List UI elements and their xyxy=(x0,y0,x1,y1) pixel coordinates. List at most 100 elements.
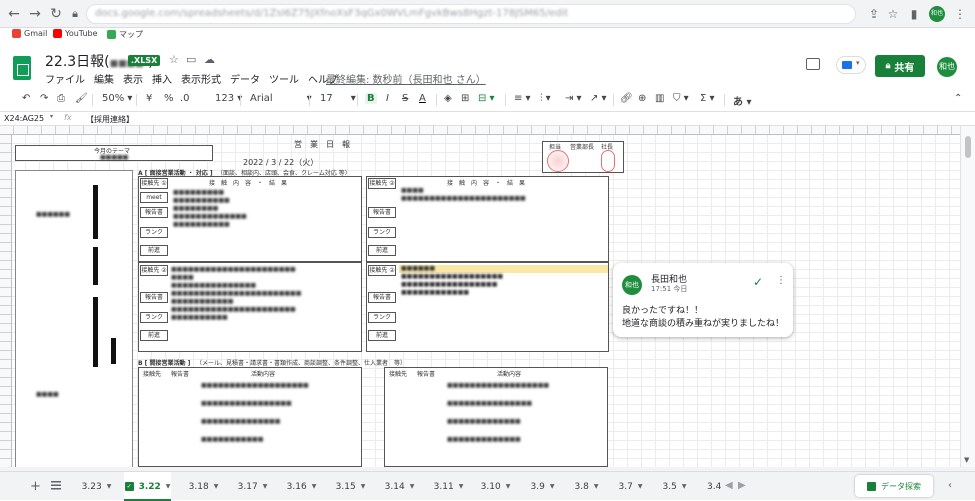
add-sheet-icon[interactable]: + xyxy=(30,479,41,494)
input-tools-button[interactable]: あ ▾ xyxy=(733,93,752,108)
bold-button[interactable]: B xyxy=(365,93,377,104)
sheet-tab-active[interactable]: ✓ 3.22 ▼ xyxy=(124,472,171,501)
last-edit-link[interactable]: 最終編集: 数秒前（長田和也 さん） xyxy=(326,71,486,86)
side-panel-icon[interactable]: ▮ xyxy=(906,6,922,22)
browser-menu-icon[interactable]: ⋮ xyxy=(952,6,968,22)
menu-format[interactable]: 表示形式 xyxy=(181,71,221,86)
reload-icon[interactable]: ↻ xyxy=(48,6,64,22)
borders-icon[interactable]: ⊞ xyxy=(461,93,469,104)
insert-comment-icon[interactable]: ⊕ xyxy=(638,93,646,104)
share-button[interactable]: 🔒︎ 共有 xyxy=(875,55,925,77)
sheet-tab[interactable]: 3.7 ▼ xyxy=(607,472,654,501)
text-color-button[interactable]: A xyxy=(419,93,426,104)
tab-scroll-right-icon[interactable]: ▶ xyxy=(738,480,746,491)
menu-view[interactable]: 表示 xyxy=(123,71,143,86)
sheet-tab[interactable]: 3.5 ▼ xyxy=(651,472,698,501)
explore-button[interactable]: データ探索 xyxy=(855,475,933,497)
meet-button[interactable]: ▾ xyxy=(836,56,866,74)
font-size-select[interactable]: 17 ▾ xyxy=(320,93,356,104)
vertical-align-icon[interactable]: ⫶ ▾ xyxy=(540,93,551,104)
contact-4-content: ■■■■■■ ■■■■■■■■■■■■■■■■■■ ■■■■■■■■■■■■■■■■… xyxy=(401,265,504,296)
filter-icon[interactable]: ⛉ ▾ xyxy=(673,93,689,104)
comment-more-icon[interactable]: ⋮ xyxy=(776,275,786,286)
italic-button[interactable]: I xyxy=(386,93,389,104)
cloud-status-icon[interactable]: ☁ xyxy=(204,53,215,66)
resolve-check-icon[interactable]: ✓ xyxy=(753,275,763,289)
menu-file[interactable]: ファイル xyxy=(45,71,85,86)
sheet-tab[interactable]: 3.10 ▼ xyxy=(472,472,519,501)
percent-button[interactable]: % xyxy=(164,93,174,104)
insert-chart-icon[interactable]: ▥ xyxy=(655,93,664,104)
vertical-scrollbar[interactable]: ▼ xyxy=(960,126,975,467)
account-avatar[interactable]: 和也 xyxy=(937,57,957,77)
chevron-down-icon: ▼ xyxy=(637,483,643,490)
indirect-table-right: 接触先 報告書 活動内容 ■■■■■■■■■■■■■■■■■■ ■■■■■■■■■… xyxy=(384,367,608,467)
back-icon[interactable]: ← xyxy=(6,6,22,22)
comment-history-icon[interactable] xyxy=(806,58,820,70)
formula-input[interactable]: 【採用連絡】 xyxy=(86,114,134,125)
column-headers[interactable] xyxy=(0,126,960,135)
menu-data[interactable]: データ xyxy=(230,71,260,86)
sheet-tab[interactable]: 3.9 ▼ xyxy=(519,472,566,501)
zoom-select[interactable]: 50% ▾ xyxy=(102,93,132,104)
menu-insert[interactable]: 挿入 xyxy=(152,71,172,86)
chevron-down-icon: ▼ xyxy=(213,483,219,490)
sheets-logo-icon[interactable] xyxy=(13,56,31,80)
chevron-down-icon: ▼ xyxy=(458,483,464,490)
bookmark-star-icon[interactable]: ☆ xyxy=(885,6,901,22)
collapse-toolbar-icon[interactable]: ⌃ xyxy=(954,93,962,104)
text-rotation-icon[interactable]: ↗ ▾ xyxy=(590,93,607,104)
forward-icon[interactable]: → xyxy=(27,6,43,22)
address-bar[interactable]: docs.google.com/spreadsheets/d/1ZsI6Z75J… xyxy=(86,4,856,24)
cells-area[interactable]: 営 業 日 報 今月のテーマ ■■■■■ 2022 / 3 / 22（火） 担当… xyxy=(12,135,960,467)
scroll-thumb[interactable] xyxy=(965,136,971,158)
menu-edit[interactable]: 編集 xyxy=(94,71,114,86)
sheet-tab[interactable]: 3.14 ▼ xyxy=(376,472,423,501)
row-headers[interactable] xyxy=(0,135,12,467)
horizontal-align-icon[interactable]: ≡ ▾ xyxy=(514,93,531,104)
bookmark-gmail[interactable]: Gmail xyxy=(12,29,47,38)
more-formats-select[interactable]: 123 ▾ xyxy=(215,93,242,104)
approval-stamp-icon xyxy=(601,150,615,172)
text-wrap-icon[interactable]: ⇥ ▾ xyxy=(565,93,582,104)
share-page-icon[interactable]: ⇪ xyxy=(866,6,882,22)
sheet-tab[interactable]: 3.11 ▼ xyxy=(425,472,472,501)
name-box[interactable]: X24:AG25 xyxy=(4,114,44,123)
tab-scroll-left-icon[interactable]: ◀ xyxy=(725,480,733,491)
merge-cells-icon[interactable]: ⊟ ▾ xyxy=(478,93,495,104)
sheet-grid[interactable]: 営 業 日 報 今月のテーマ ■■■■■ 2022 / 3 / 22（火） 担当… xyxy=(0,126,960,467)
star-icon[interactable]: ☆ xyxy=(169,53,179,66)
sheet-tab[interactable]: 3.16 ▼ xyxy=(278,472,325,501)
sheet-tab[interactable]: 3.8 ▼ xyxy=(563,472,610,501)
contact-label: 接触先 ② xyxy=(140,265,168,276)
chevron-down-icon: ▼ xyxy=(409,483,415,490)
strikethrough-button[interactable]: S xyxy=(402,93,408,104)
decrease-decimal-button[interactable]: .0 xyxy=(180,93,190,104)
insert-link-icon[interactable]: 🔗︎ xyxy=(620,93,633,104)
all-sheets-icon[interactable] xyxy=(51,481,61,490)
font-select[interactable]: Arial▾ xyxy=(250,93,312,104)
bookmark-youtube[interactable]: YouTube xyxy=(53,29,98,38)
currency-button[interactable]: ¥ xyxy=(146,93,152,104)
fill-color-icon[interactable]: ◈ xyxy=(444,93,452,104)
sheet-tab[interactable]: 3.17 ▼ xyxy=(229,472,276,501)
side-panel-toggle-icon[interactable]: ‹ xyxy=(948,480,952,491)
bookmark-maps[interactable]: マップ xyxy=(107,29,143,40)
fx-icon: fx xyxy=(64,113,72,122)
redo-icon[interactable]: ↷ xyxy=(40,93,48,104)
comment-card[interactable]: 和也 長田和也 17:51 今日 ✓ ⋮ 良かったですね！！ 地道な商談の積み重… xyxy=(613,263,793,337)
undo-icon[interactable]: ↶ xyxy=(22,93,30,104)
print-icon[interactable]: ⎙ xyxy=(57,93,65,104)
schedule-block xyxy=(93,297,98,367)
menu-tools[interactable]: ツール xyxy=(269,71,299,86)
sheet-tab[interactable]: 3.23 ▼ xyxy=(73,472,120,501)
sheet-tab[interactable]: 3.18 ▼ xyxy=(180,472,227,501)
sheet-tab[interactable]: 3.4 xyxy=(695,472,723,501)
browser-profile-avatar[interactable]: 和也 xyxy=(929,6,945,22)
sheet-tab[interactable]: 3.15 ▼ xyxy=(327,472,374,501)
formula-bar: X24:AG25 ▾ fx 【採用連絡】 xyxy=(0,112,975,126)
paint-format-icon[interactable]: 🖌︎ xyxy=(75,93,88,104)
functions-icon[interactable]: Σ ▾ xyxy=(700,93,715,104)
scroll-down-icon[interactable]: ▼ xyxy=(964,456,969,464)
move-folder-icon[interactable]: ▭ xyxy=(186,53,196,66)
